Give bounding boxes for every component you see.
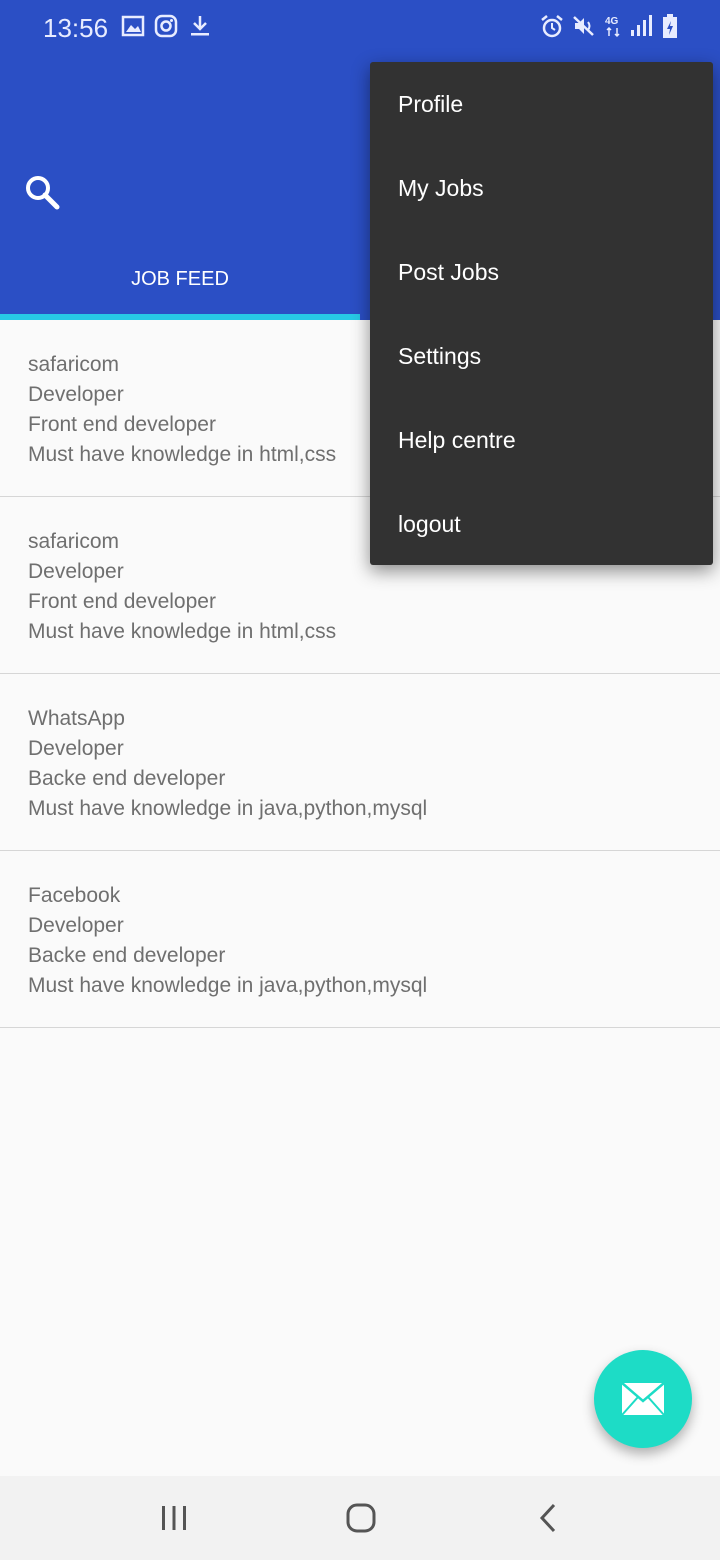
job-requirements: Must have knowledge in java,python,mysql (28, 797, 428, 820)
alarm-icon (541, 15, 563, 38)
instagram-icon (154, 14, 178, 38)
search-icon[interactable] (22, 172, 66, 216)
network-4g-icon: 4G (605, 16, 620, 38)
signal-icon (631, 15, 652, 36)
menu-item-logout[interactable]: logout (370, 482, 713, 566)
recents-icon[interactable] (144, 1496, 204, 1540)
menu-item-post-jobs[interactable]: Post Jobs (370, 230, 713, 314)
job-requirements: Must have knowledge in html,css (28, 620, 337, 643)
download-icon (191, 16, 209, 36)
svg-text:4G: 4G (605, 16, 619, 27)
status-time: 13:56 (43, 13, 109, 43)
job-card[interactable]: Facebook Developer Backe end developer M… (0, 851, 720, 1028)
menu-item-my-jobs[interactable]: My Jobs (370, 146, 713, 230)
image-icon (121, 15, 145, 37)
job-company: WhatsApp (28, 707, 125, 730)
job-company: Facebook (28, 884, 121, 907)
job-requirements: Must have knowledge in java,python,mysql (28, 974, 428, 997)
back-icon[interactable] (518, 1496, 578, 1540)
message-fab[interactable] (594, 1350, 692, 1448)
mute-icon (573, 16, 594, 36)
menu-item-profile[interactable]: Profile (370, 62, 713, 146)
status-bar: 13:56 4G (0, 0, 720, 56)
menu-item-help-centre[interactable]: Help centre (370, 398, 713, 482)
mail-icon (621, 1382, 665, 1416)
job-card[interactable]: WhatsApp Developer Backe end developer M… (0, 674, 720, 851)
job-title: Backe end developer (28, 944, 226, 967)
tab-job-feed[interactable]: JOB FEED (0, 250, 360, 308)
menu-item-settings[interactable]: Settings (370, 314, 713, 398)
job-role: Developer (28, 737, 124, 760)
battery-icon (663, 14, 677, 38)
job-title: Front end developer (28, 590, 216, 613)
system-nav-bar (0, 1476, 720, 1560)
job-role: Developer (28, 914, 124, 937)
overflow-menu: Profile My Jobs Post Jobs Settings Help … (370, 62, 713, 565)
home-icon[interactable] (331, 1496, 391, 1540)
job-title: Backe end developer (28, 767, 226, 790)
